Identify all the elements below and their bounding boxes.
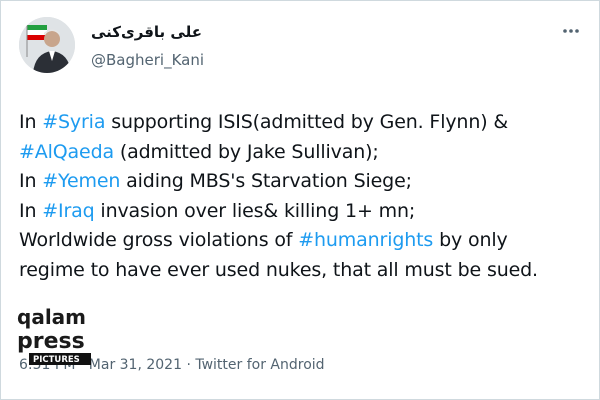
tweet-text: In #Syria supporting ISIS(admitted by Ge… [19,108,584,285]
tweet-line: In #Syria supporting ISIS(admitted by Ge… [19,108,584,138]
tweet-text-segment: (admitted by Jake Sullivan); [114,140,379,163]
more-icon-glyph [563,29,579,33]
avatar[interactable] [19,17,75,73]
avatar-image [19,17,75,73]
tweet-text-segment: supporting ISIS(admitted by Gen. Flynn) … [105,111,509,133]
more-horizontal-icon[interactable] [561,21,581,44]
display-name[interactable]: علی باقری‌کنی [91,23,202,41]
tweet-text-segment: aiding MBS's Starvation Siege; [120,170,412,192]
tweet-line: In #Yemen aiding MBS's Starvation Siege; [19,167,584,197]
tweet-text-segment: In [19,111,43,133]
tweet-text-segment: by only [433,229,508,251]
tweet-date[interactable]: Mar 31, 2021 [89,357,182,373]
tweet-text-segment: In [19,199,43,222]
tweet-text-segment: regime to have ever used nukes, that all… [19,258,538,281]
meta-separator: · [186,357,191,373]
tweet-text-segment: invasion over lies& killing 1+ mn; [94,199,416,222]
tweet-line: #AlQaeda (admitted by Jake Sullivan); [19,138,584,168]
user-handle[interactable]: @Bagheri_Kani [91,51,204,69]
tweet-text-segment: In [19,170,43,192]
watermark-line1: qalam [17,305,86,329]
tweet-line: Worldwide gross violations of #humanrigh… [19,226,584,256]
tweet-line: In #Iraq invasion over lies& killing 1+ … [19,197,584,227]
watermark-logo: qalam press PICTURES [9,304,95,372]
tweet-source[interactable]: Twitter for Android [195,357,324,373]
tweet-line: regime to have ever used nukes, that all… [19,256,584,286]
tweet-text-segment: Worldwide gross violations of [19,229,299,251]
watermark-line3: PICTURES [33,355,80,365]
hashtag-link[interactable]: #Syria [42,111,105,133]
hashtag-link[interactable]: #humanrights [298,229,433,251]
hashtag-link[interactable]: #Iraq [42,200,94,222]
watermark-line2: press [17,329,85,354]
tweet-card: علی باقری‌کنی @Bagheri_Kani In #Syria su… [0,0,600,400]
watermark-logo-image: qalam press PICTURES [11,305,91,365]
hashtag-link[interactable]: #Yemen [42,170,120,192]
hashtag-link[interactable]: #AlQaeda [19,141,114,163]
